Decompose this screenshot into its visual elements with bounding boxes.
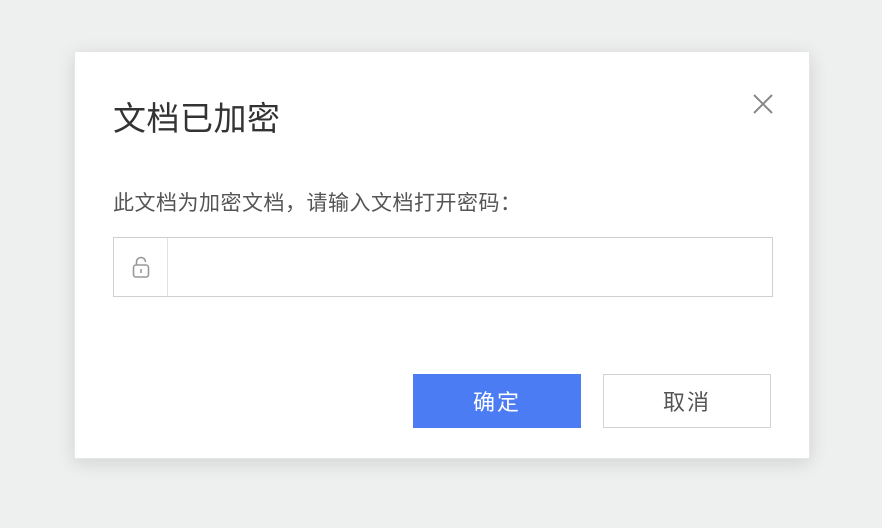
password-field-wrap xyxy=(113,237,773,297)
prompt-text: 此文档为加密文档，请输入文档打开密码： xyxy=(113,187,522,217)
lock-icon xyxy=(114,238,168,296)
close-button[interactable] xyxy=(745,86,781,122)
confirm-button[interactable]: 确定 xyxy=(413,374,581,428)
close-icon xyxy=(751,92,775,116)
cancel-button[interactable]: 取消 xyxy=(603,374,771,428)
password-input[interactable] xyxy=(168,238,772,296)
password-dialog: 文档已加密 此文档为加密文档，请输入文档打开密码： 确定 取消 xyxy=(74,51,810,459)
dialog-title: 文档已加密 xyxy=(113,92,281,140)
button-row: 确定 取消 xyxy=(413,374,771,428)
